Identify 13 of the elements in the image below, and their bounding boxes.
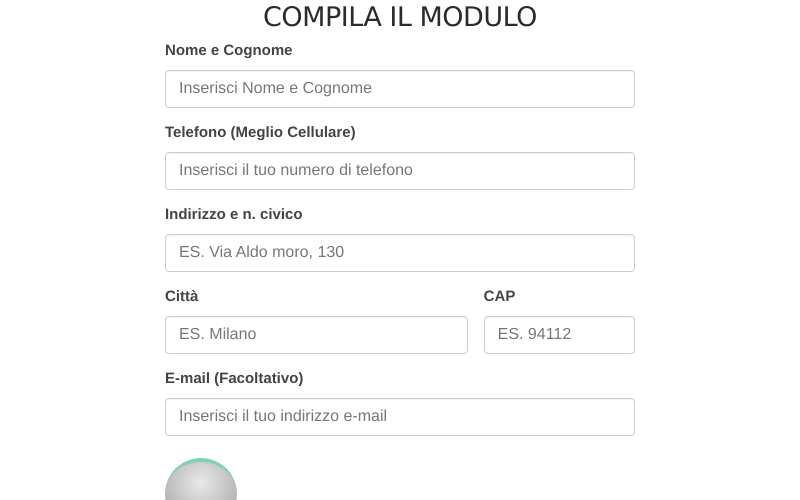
field-label: CAP: [484, 288, 516, 306]
field-label: Telefono (Meglio Cellulare): [165, 124, 357, 142]
form-title: COMPILA IL MODULO: [263, 2, 537, 34]
field-label: E-mail (Facoltativo): [165, 370, 304, 388]
input-field[interactable]: Inserisci Nome e Cognome: [165, 70, 635, 108]
field-label: Città: [165, 288, 200, 306]
input-field[interactable]: Inserisci il tuo numero di telefono: [165, 152, 635, 190]
input-field[interactable]: ES. Via Aldo moro, 130: [165, 234, 635, 272]
input-field[interactable]: ES. 94112: [484, 316, 635, 354]
field-label: Indirizzo e n. civico: [165, 206, 304, 224]
input-field[interactable]: Inserisci il tuo indirizzo e-mail: [165, 398, 635, 436]
field-label: Nome e Cognome: [165, 42, 294, 60]
input-field[interactable]: ES. Milano: [165, 316, 468, 354]
